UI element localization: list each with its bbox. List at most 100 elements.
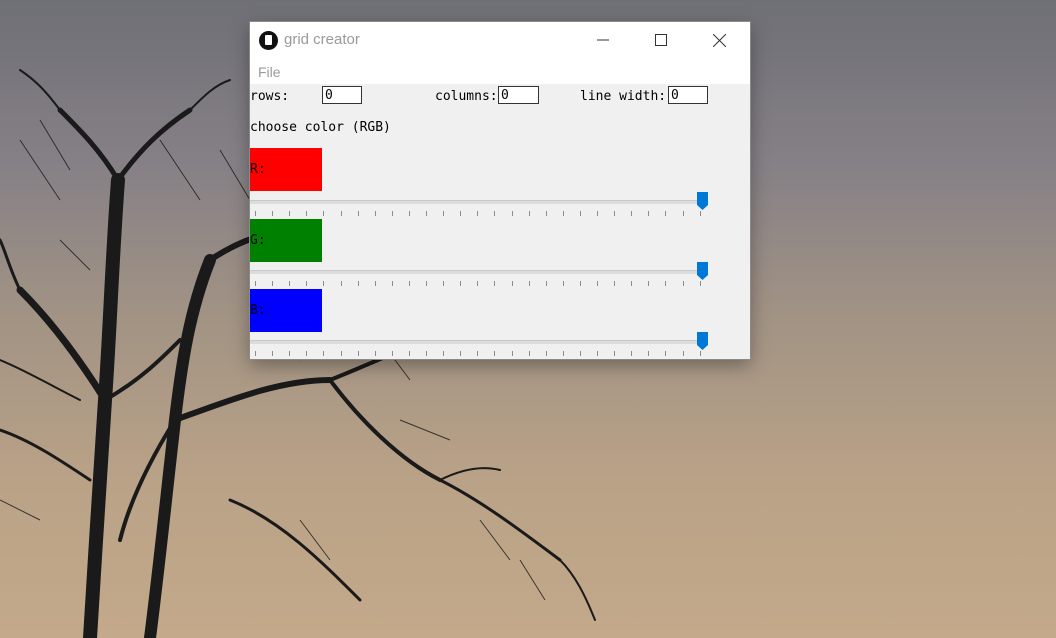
slider-tick	[357, 211, 359, 216]
slider-tick	[255, 211, 256, 216]
slider-tick	[648, 351, 650, 356]
close-button[interactable]	[696, 22, 742, 58]
slider-tick	[374, 351, 376, 356]
slider-tick	[631, 211, 633, 216]
slider-tick	[562, 281, 564, 286]
slider-tick	[408, 211, 410, 216]
green-swatch: G:	[250, 219, 322, 262]
slider-tick	[323, 351, 325, 356]
slider-tick	[340, 351, 342, 356]
menu-bar: File	[250, 58, 750, 84]
slider-tick	[443, 281, 445, 286]
slider-tick	[682, 351, 684, 356]
slider-tick	[682, 281, 684, 286]
blue-slider-ticks	[250, 351, 705, 357]
slider-tick	[340, 211, 342, 216]
slider-tick	[460, 211, 462, 216]
slider-tick	[391, 281, 393, 286]
menu-file[interactable]: File	[258, 64, 281, 80]
slider-tick	[494, 351, 496, 356]
green-slider-track[interactable]	[250, 270, 705, 274]
slider-tick	[374, 281, 376, 286]
slider-tick	[323, 211, 325, 216]
slider-tick	[699, 281, 701, 286]
slider-tick	[528, 211, 530, 216]
slider-tick	[545, 211, 547, 216]
slider-tick	[460, 281, 462, 286]
slider-tick	[408, 281, 410, 286]
slider-tick	[477, 281, 479, 286]
blue-slider-thumb[interactable]	[697, 332, 708, 350]
slider-tick	[528, 281, 530, 286]
maximize-button[interactable]	[638, 22, 684, 58]
columns-input[interactable]	[498, 86, 539, 104]
rows-input[interactable]	[322, 86, 362, 104]
slider-tick	[443, 351, 445, 356]
slider-tick	[562, 351, 564, 356]
slider-tick	[323, 281, 325, 286]
red-slider-track[interactable]	[250, 200, 705, 204]
slider-tick	[614, 351, 616, 356]
slider-tick	[494, 281, 496, 286]
slider-tick	[289, 281, 291, 286]
minimize-icon	[597, 39, 609, 41]
slider-tick	[477, 351, 479, 356]
slider-tick	[665, 211, 667, 216]
slider-tick	[597, 281, 598, 286]
slider-tick	[374, 211, 376, 216]
blue-swatch: B:	[250, 289, 322, 332]
red-channel-label: R:	[250, 162, 266, 177]
slider-tick	[699, 211, 701, 216]
slider-tick	[648, 211, 650, 216]
grid-creator-window: grid creator File rows: columns: line wi…	[250, 22, 750, 359]
blue-slider-track[interactable]	[250, 340, 705, 344]
slider-tick	[579, 281, 581, 286]
slider-tick	[511, 281, 513, 286]
slider-tick	[255, 281, 256, 286]
green-slider-ticks	[250, 281, 705, 287]
slider-tick	[306, 211, 308, 216]
slider-tick	[579, 211, 581, 216]
choose-color-label: choose color (RGB)	[250, 120, 391, 135]
slider-tick	[477, 211, 479, 216]
slider-tick	[562, 211, 564, 216]
slider-tick	[306, 351, 308, 356]
maximize-icon	[655, 34, 667, 46]
slider-tick	[545, 351, 547, 356]
slider-tick	[391, 351, 393, 356]
minimize-button[interactable]	[580, 22, 626, 58]
slider-tick	[289, 211, 291, 216]
slider-tick	[443, 211, 445, 216]
slider-tick	[614, 281, 616, 286]
slider-tick	[357, 351, 359, 356]
slider-tick	[699, 351, 701, 356]
slider-tick	[272, 351, 274, 356]
slider-tick	[597, 351, 598, 356]
slider-tick	[494, 211, 496, 216]
slider-tick	[528, 351, 530, 356]
columns-label: columns:	[435, 89, 498, 104]
red-slider-ticks	[250, 211, 705, 217]
blue-channel-label: B:	[250, 303, 266, 318]
slider-tick	[648, 281, 650, 286]
slider-tick	[357, 281, 359, 286]
slider-tick	[545, 281, 547, 286]
line-width-input[interactable]	[668, 86, 708, 104]
green-slider-thumb[interactable]	[697, 262, 708, 280]
slider-tick	[579, 351, 581, 356]
slider-tick	[255, 351, 256, 356]
title-bar[interactable]: grid creator	[250, 22, 750, 58]
slider-tick	[511, 211, 513, 216]
slider-tick	[272, 281, 274, 286]
slider-tick	[614, 211, 616, 216]
slider-tick	[631, 281, 633, 286]
red-slider-thumb[interactable]	[697, 192, 708, 210]
line-width-label: line width:	[580, 89, 667, 104]
slider-tick	[272, 211, 274, 216]
close-icon	[712, 33, 726, 47]
slider-tick	[426, 351, 427, 356]
window-title: grid creator	[284, 31, 360, 48]
slider-tick	[665, 351, 667, 356]
slider-tick	[306, 281, 308, 286]
slider-tick	[340, 281, 342, 286]
